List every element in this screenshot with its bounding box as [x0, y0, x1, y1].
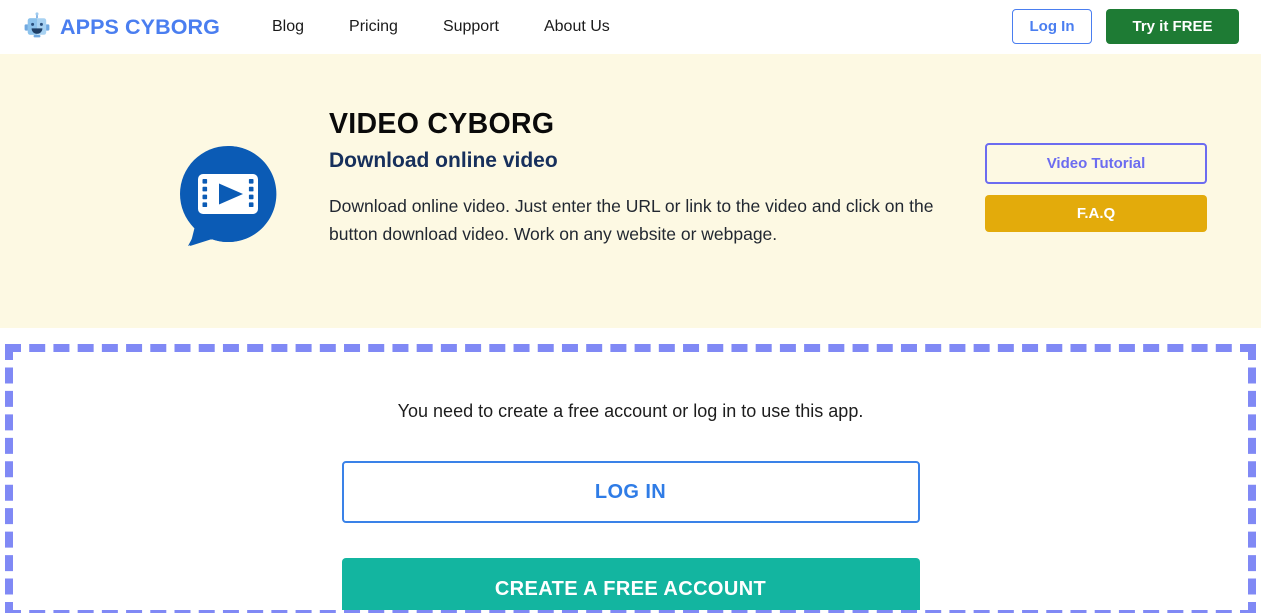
nav-item-blog[interactable]: Blog — [272, 12, 304, 42]
robot-head-icon — [22, 12, 52, 42]
header-actions: Log In Try it FREE — [1012, 9, 1239, 44]
hero-side-actions: Video Tutorial F.A.Q — [985, 143, 1207, 232]
nav-item-about-us[interactable]: About Us — [544, 12, 610, 42]
primary-nav: Blog Pricing Support About Us — [272, 12, 610, 42]
header-log-in-button[interactable]: Log In — [1012, 9, 1092, 44]
log-in-button[interactable]: LOG IN — [341, 461, 920, 524]
auth-required-panel: You need to create a free account or log… — [5, 344, 1256, 613]
page-title: VIDEO CYBORG — [329, 108, 555, 140]
hero-content: VIDEO CYBORG Download online video Downl… — [329, 108, 939, 249]
brand-name: APPS CYBORG — [60, 14, 220, 39]
site-header: APPS CYBORG Blog Pricing Support About U… — [0, 0, 1261, 54]
video-speech-bubble-icon — [172, 142, 284, 254]
auth-notice-text: You need to create a free account or log… — [397, 401, 864, 421]
brand-logo-link[interactable]: APPS CYBORG — [22, 12, 220, 42]
header-try-it-free-button[interactable]: Try it FREE — [1106, 9, 1239, 44]
hero-description: Download online video. Just enter the UR… — [329, 196, 934, 245]
nav-item-pricing[interactable]: Pricing — [349, 12, 398, 42]
auth-panel-content: You need to create a free account or log… — [13, 400, 1248, 610]
faq-button[interactable]: F.A.Q — [985, 195, 1207, 232]
nav-item-support[interactable]: Support — [443, 12, 499, 42]
page-subtitle: Download online video — [329, 148, 558, 172]
video-tutorial-button[interactable]: Video Tutorial — [985, 143, 1207, 184]
create-free-account-button[interactable]: CREATE A FREE ACCOUNT — [341, 558, 920, 610]
hero-section: VIDEO CYBORG Download online video Downl… — [0, 54, 1261, 328]
